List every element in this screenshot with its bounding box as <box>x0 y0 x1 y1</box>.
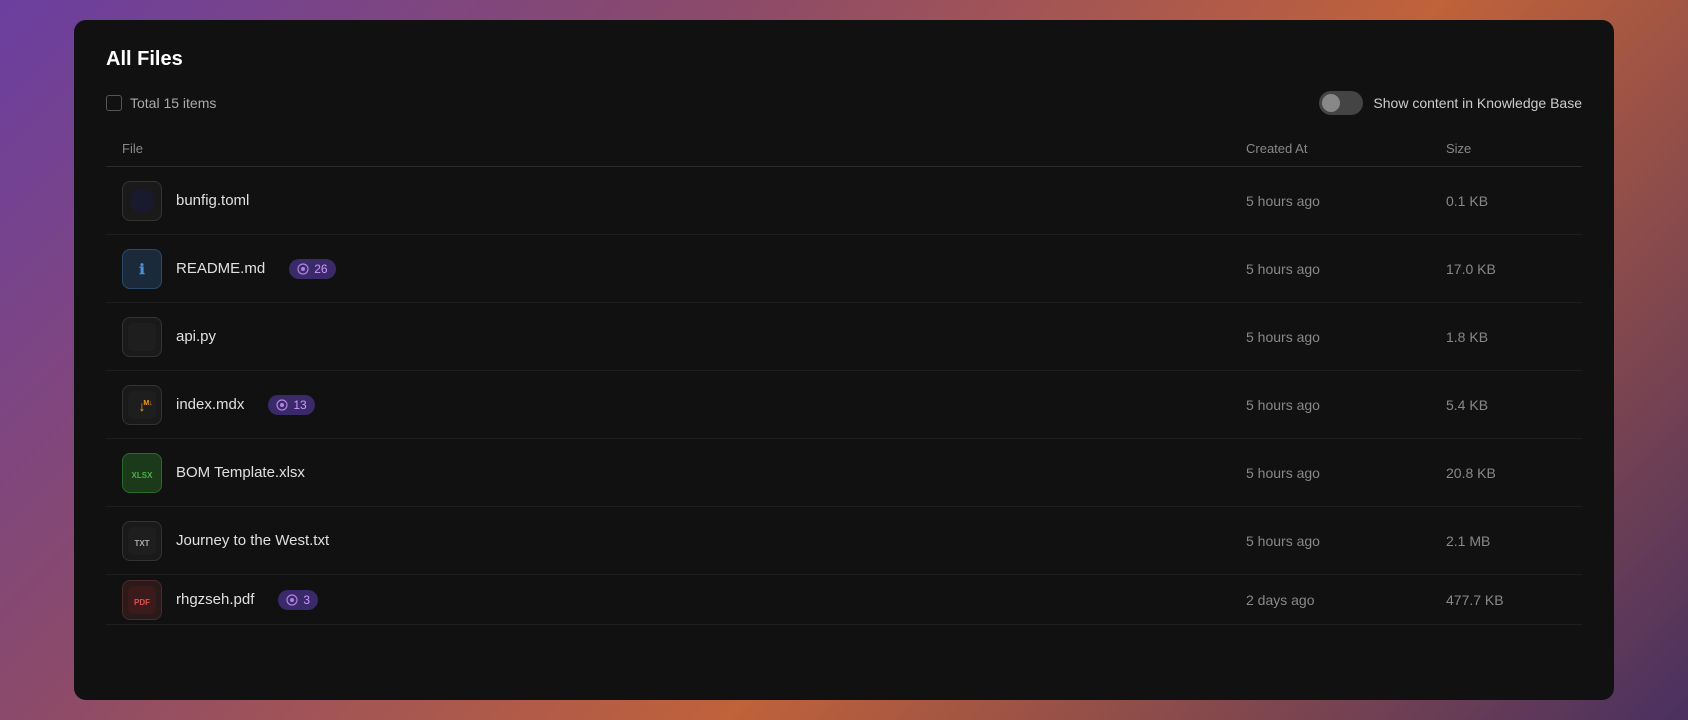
svg-text:M↓: M↓ <box>143 400 152 407</box>
file-name: bunfig.toml <box>176 192 249 209</box>
svg-text:TXT: TXT <box>134 539 149 548</box>
created-at: 5 hours ago <box>1246 261 1446 277</box>
table-row[interactable]: ↓ M↓ index.mdx 13 5 hours ago 5.4 KB <box>106 371 1582 439</box>
table-row[interactable]: TXT Journey to the West.txt 5 hours ago … <box>106 507 1582 575</box>
file-name: README.md <box>176 260 265 277</box>
file-icon-bun: 🐰 <box>122 181 162 221</box>
file-name: rhgzseh.pdf <box>176 591 254 608</box>
file-size: 20.8 KB <box>1446 465 1566 481</box>
created-at: 5 hours ago <box>1246 397 1446 413</box>
col-header-file: File <box>122 141 1246 156</box>
file-size: 1.8 KB <box>1446 329 1566 345</box>
file-icon-py: 🐍 <box>122 317 162 357</box>
file-icon-mdx: ↓ M↓ <box>122 385 162 425</box>
page-title: All Files <box>106 48 1582 71</box>
file-size: 17.0 KB <box>1446 261 1566 277</box>
file-cell: PDF rhgzseh.pdf 3 <box>122 580 1246 620</box>
col-header-size: Size <box>1446 141 1566 156</box>
file-cell: 🐰 bunfig.toml <box>122 181 1246 221</box>
created-at: 5 hours ago <box>1246 465 1446 481</box>
table-row[interactable]: 🐍 api.py 5 hours ago 1.8 KB <box>106 303 1582 371</box>
table-header: File Created At Size <box>106 131 1582 167</box>
created-at: 5 hours ago <box>1246 329 1446 345</box>
file-icon-txt: TXT <box>122 521 162 561</box>
toolbar: Total 15 items Show content in Knowledge… <box>106 91 1582 115</box>
file-name: BOM Template.xlsx <box>176 464 305 481</box>
table-body: 🐰 bunfig.toml 5 hours ago 0.1 KB ℹ READM… <box>106 167 1582 625</box>
select-all-checkbox[interactable] <box>106 95 122 111</box>
knowledge-base-toggle-label: Show content in Knowledge Base <box>1373 95 1582 111</box>
col-header-created: Created At <box>1246 141 1446 156</box>
total-items-label: Total 15 items <box>130 95 216 111</box>
file-cell: ℹ README.md 26 <box>122 249 1246 289</box>
file-name: Journey to the West.txt <box>176 532 329 549</box>
total-items: Total 15 items <box>106 95 216 111</box>
file-cell: TXT Journey to the West.txt <box>122 521 1246 561</box>
file-icon-pdf: PDF <box>122 580 162 620</box>
file-name: api.py <box>176 328 216 345</box>
file-cell: ↓ M↓ index.mdx 13 <box>122 385 1246 425</box>
file-icon-xlsx: XLSX <box>122 453 162 493</box>
svg-text:ℹ: ℹ <box>139 261 145 277</box>
knowledge-badge: 26 <box>289 259 335 279</box>
file-size: 477.7 KB <box>1446 592 1566 608</box>
file-cell: 🐍 api.py <box>122 317 1246 357</box>
created-at: 2 days ago <box>1246 592 1446 608</box>
svg-text:XLSX: XLSX <box>132 471 154 480</box>
created-at: 5 hours ago <box>1246 533 1446 549</box>
knowledge-base-toggle-area: Show content in Knowledge Base <box>1319 91 1582 115</box>
table-row[interactable]: ℹ README.md 26 5 hours ago 17.0 KB <box>106 235 1582 303</box>
file-cell: XLSX BOM Template.xlsx <box>122 453 1246 493</box>
file-size: 2.1 MB <box>1446 533 1566 549</box>
table-row[interactable]: XLSX BOM Template.xlsx 5 hours ago 20.8 … <box>106 439 1582 507</box>
knowledge-badge: 13 <box>268 395 314 415</box>
file-icon-md: ℹ <box>122 249 162 289</box>
file-size: 0.1 KB <box>1446 193 1566 209</box>
created-at: 5 hours ago <box>1246 193 1446 209</box>
svg-text:PDF: PDF <box>134 598 150 607</box>
knowledge-base-toggle[interactable] <box>1319 91 1363 115</box>
file-name: index.mdx <box>176 396 244 413</box>
knowledge-badge: 3 <box>278 590 318 610</box>
file-size: 5.4 KB <box>1446 397 1566 413</box>
all-files-panel: All Files Total 15 items Show content in… <box>74 20 1614 700</box>
table-row[interactable]: 🐰 bunfig.toml 5 hours ago 0.1 KB <box>106 167 1582 235</box>
table-row[interactable]: PDF rhgzseh.pdf 3 2 days ago 477.7 KB <box>106 575 1582 625</box>
